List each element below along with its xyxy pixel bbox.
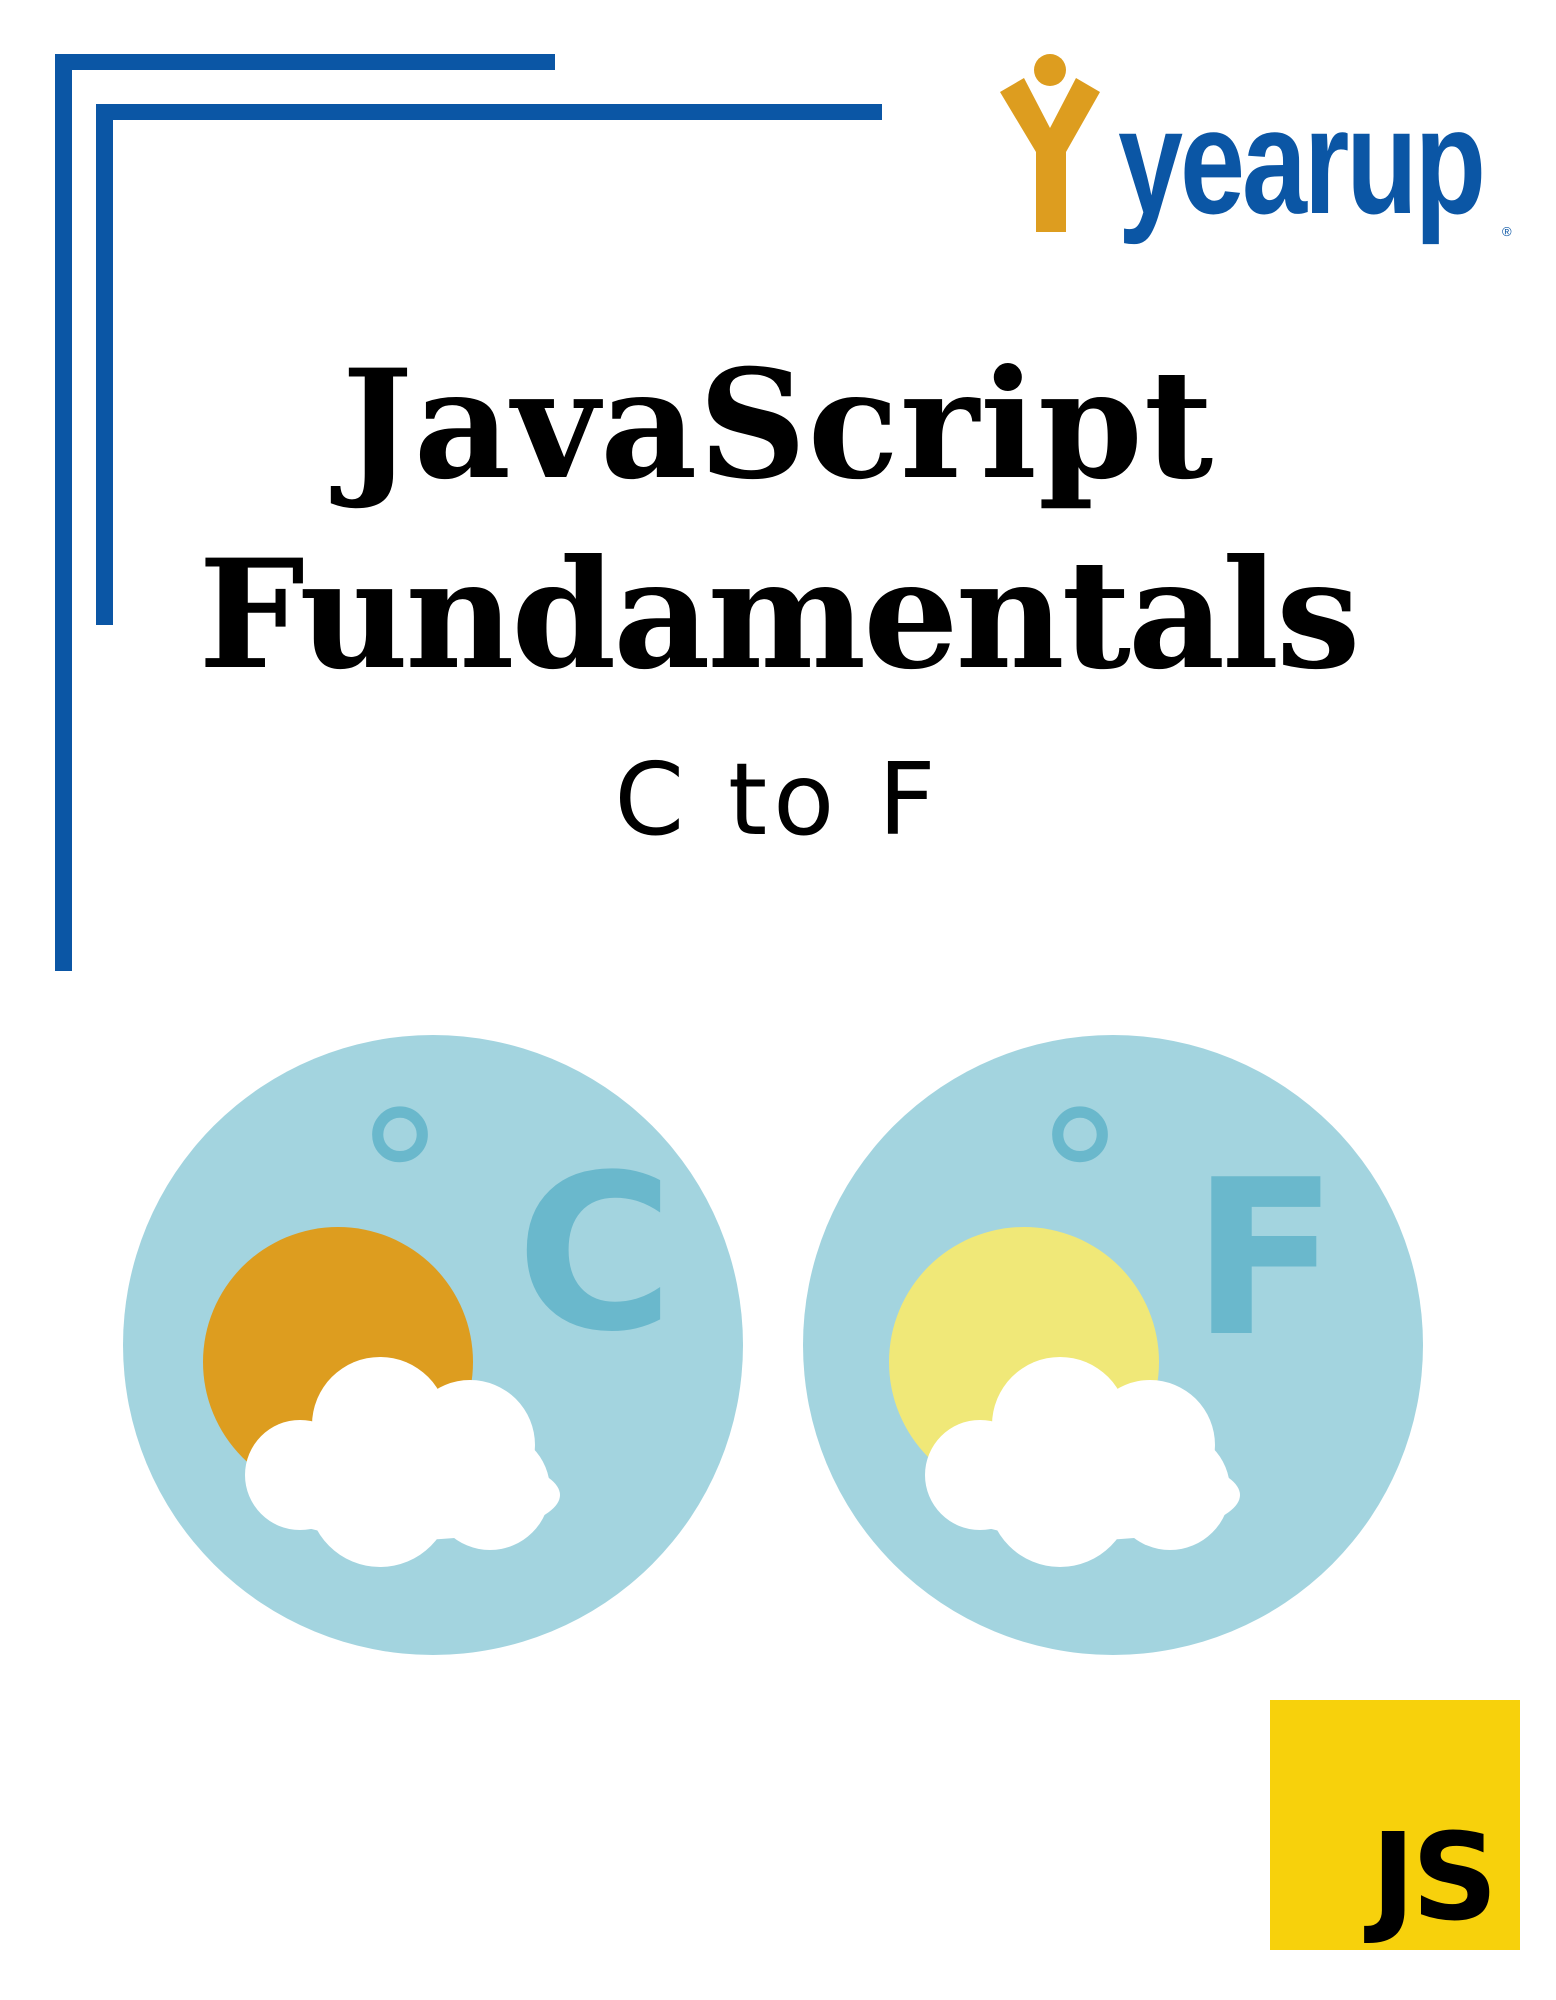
celsius-degree-symbol: ° bbox=[355, 1074, 445, 1283]
yearup-logo: yearup ® bbox=[990, 50, 1520, 250]
fahrenheit-unit-letter: F bbox=[1192, 1133, 1339, 1384]
javascript-logo-badge: JS bbox=[1270, 1700, 1520, 1950]
celsius-weather-icon: ° C bbox=[123, 1035, 743, 1655]
decorative-line-outer-horizontal bbox=[55, 54, 555, 70]
registered-mark: ® bbox=[1502, 224, 1512, 239]
javascript-logo-text: JS bbox=[1370, 1809, 1498, 1948]
page-subtitle: C to F bbox=[614, 741, 942, 858]
fahrenheit-weather-icon: ° F bbox=[803, 1035, 1423, 1655]
fahrenheit-degree-symbol: ° bbox=[1035, 1074, 1125, 1283]
decorative-line-inner-horizontal bbox=[96, 104, 882, 120]
temperature-illustration: ° C ° F bbox=[123, 1035, 1423, 1655]
page-title-line2: Fundamentals bbox=[198, 527, 1360, 703]
page-title-line1: JavaScript bbox=[341, 337, 1215, 513]
celsius-unit-letter: C bbox=[516, 1128, 674, 1379]
yearup-wordmark: yearup bbox=[1118, 77, 1486, 245]
yearup-figure-icon bbox=[1000, 54, 1100, 232]
